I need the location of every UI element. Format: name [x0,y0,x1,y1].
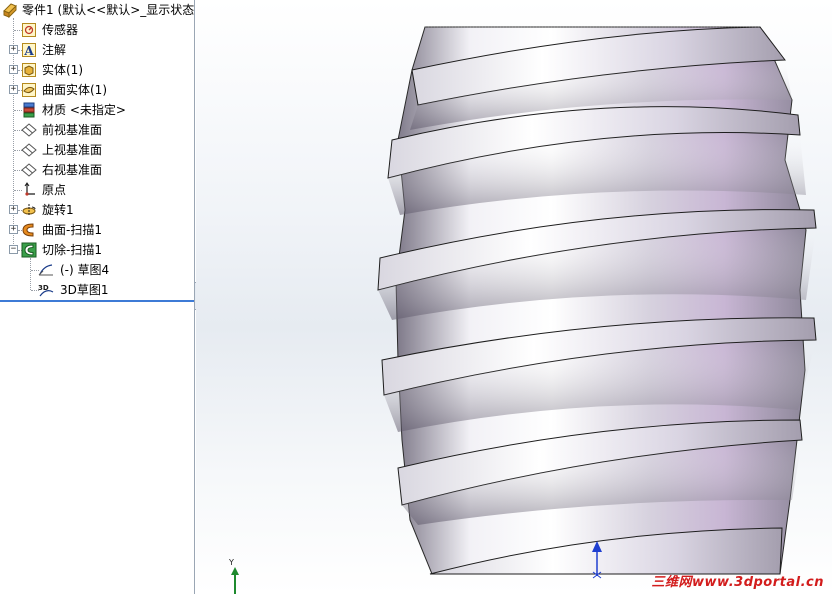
tree-item-surface-sweep1[interactable]: + 曲面-扫描1 [0,220,194,240]
tree-item-surface-bodies[interactable]: + 曲面实体(1) [0,80,194,100]
tree-item-label: 曲面实体(1) [42,83,107,97]
tree-item-cut-sweep1[interactable]: − 切除-扫描1 [0,240,194,260]
sketch-icon [38,264,53,276]
tree-item-label: (-) 草图4 [60,263,110,277]
tree-item-sketch4[interactable]: (-) 草图4 [0,260,194,280]
tree-item-origin[interactable]: 原点 [0,180,194,200]
expand-toggle[interactable]: + [9,45,18,54]
tree-item-label: 材质 <未指定> [42,103,126,117]
tree-item-solid-bodies[interactable]: + 实体(1) [0,60,194,80]
view-triad: Y [226,556,246,594]
expand-toggle[interactable]: + [9,225,18,234]
origin-icon [24,182,35,196]
expand-toggle[interactable]: + [9,205,18,214]
tree-item-label: 切除-扫描1 [42,243,102,257]
threaded-part-model[interactable] [196,0,832,594]
tree-root-label: 零件1 (默认<<默认>_显示状态 [22,3,195,17]
tree-item-label: 注解 [42,43,67,57]
surface-sweep-icon [22,223,34,237]
sensor-icon [22,23,36,37]
tree-rollback-bar[interactable] [0,300,194,302]
plane-icon [21,163,37,177]
tree-item-label: 原点 [42,183,67,197]
tree-item-label: 前视基准面 [42,123,103,137]
svg-text:A: A [23,44,34,58]
tree-item-3d-sketch1[interactable]: 3D 3D草图1 [0,280,194,300]
tree-item-label: 3D草图1 [60,283,109,297]
part-icon [3,3,17,18]
plane-icon [21,143,37,157]
collapse-toggle[interactable]: − [9,245,18,254]
material-icon [23,102,35,118]
tree-item-revolve1[interactable]: + 旋转1 [0,200,194,220]
3d-sketch-icon: 3D [38,284,54,297]
tree-item-front-plane[interactable]: 前视基准面 [0,120,194,140]
tree-item-annotations[interactable]: + A 注解 [0,40,194,60]
watermark-text: 三维网www.3dportal.cn [651,575,824,590]
surface-body-icon [22,83,36,97]
plane-icon [21,123,37,137]
graphics-viewport[interactable]: Y 三维网www.3dportal.cn [196,0,832,594]
expand-toggle[interactable]: + [9,85,18,94]
tree-root[interactable]: 零件1 (默认<<默认>_显示状态 [0,0,195,20]
annotation-icon: A [22,43,36,58]
tree-item-label: 实体(1) [42,63,83,77]
triad-axis-label: Y [228,558,234,567]
tree-item-label: 曲面-扫描1 [42,223,102,237]
tree-item-material[interactable]: 材质 <未指定> [0,100,194,120]
revolve-icon [22,204,36,216]
tree-item-top-plane[interactable]: 上视基准面 [0,140,194,160]
tree-item-sensor[interactable]: 传感器 [0,20,194,40]
tree-item-label: 旋转1 [42,203,74,217]
cut-sweep-icon [21,242,37,258]
tree-item-label: 传感器 [42,23,79,37]
axis-triad-icon: Y [228,558,239,594]
expand-toggle[interactable]: + [9,65,18,74]
feature-manager-tree: 零件1 (默认<<默认>_显示状态 传感器 + A 注解 + 实体(1) + 曲… [0,0,195,594]
tree-item-label: 上视基准面 [42,143,103,157]
solid-body-icon [22,63,36,77]
tree-item-right-plane[interactable]: 右视基准面 [0,160,194,180]
tree-item-label: 右视基准面 [42,163,103,177]
